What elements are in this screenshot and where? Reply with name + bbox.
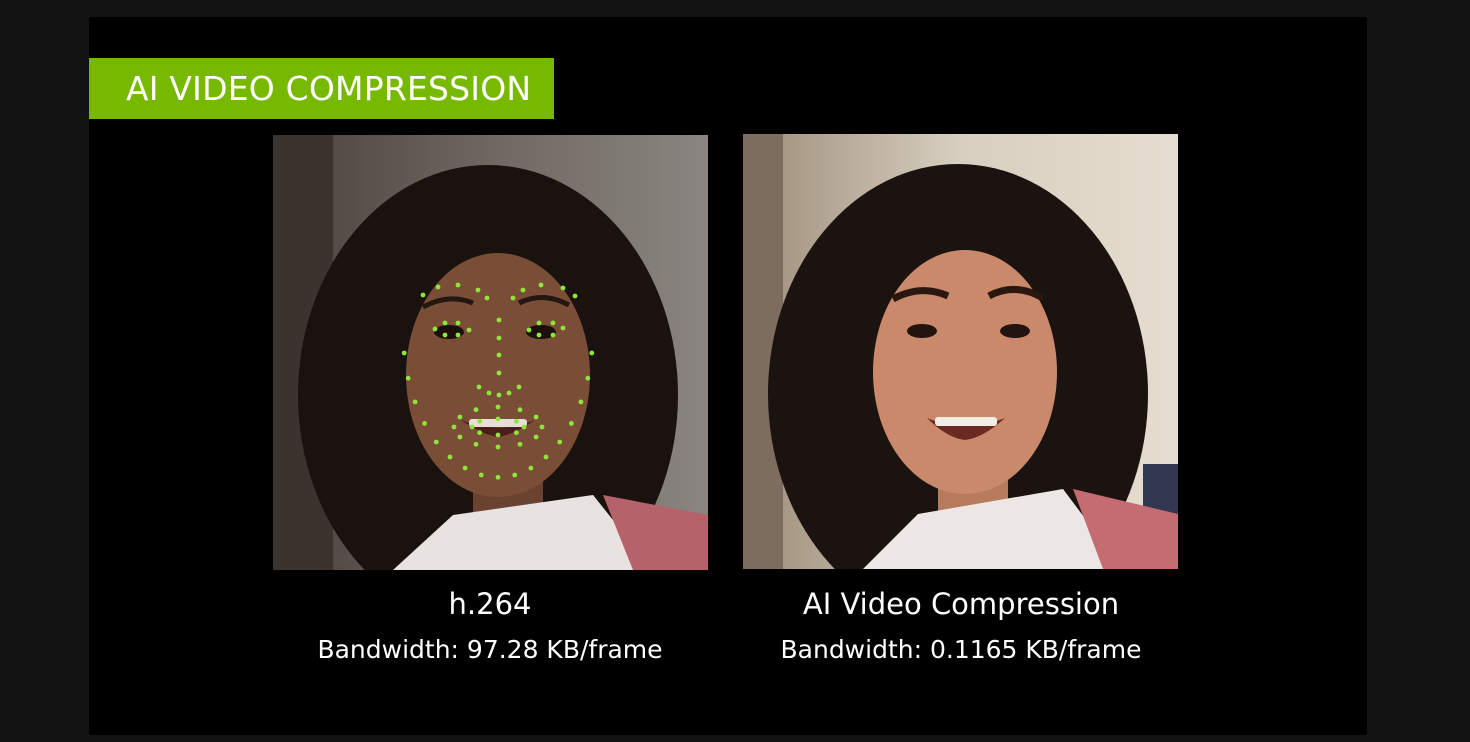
landmark-dot (401, 350, 407, 356)
landmark-dot (572, 293, 578, 299)
landmark-dot (457, 434, 463, 440)
h264-video-frame (273, 135, 708, 570)
landmark-dot (422, 421, 427, 426)
landmark-dot (435, 284, 441, 290)
landmark-dot (569, 421, 574, 426)
landmark-dot (506, 390, 512, 396)
landmark-dot (578, 399, 584, 405)
ai-codec-label: AI Video Compression (802, 587, 1120, 621)
landmark-dot (432, 326, 438, 332)
h264-bandwidth-label: Bandwidth: 97.28 KB/frame (317, 635, 663, 664)
landmark-dot (496, 352, 502, 358)
landmark-dot (517, 441, 523, 447)
landmark-dot (420, 292, 426, 298)
landmark-dot (538, 282, 544, 288)
landmark-dot (514, 430, 519, 436)
landmark-dot (512, 472, 518, 478)
landmark-dot (462, 465, 468, 471)
landmark-dot (473, 407, 479, 413)
landmark-dot (496, 370, 502, 376)
landmark-dot (533, 414, 539, 420)
h264-codec-label: h.264 (448, 587, 532, 621)
landmark-dot (478, 472, 484, 478)
landmark-dot (495, 432, 501, 438)
landmark-dot (496, 335, 502, 341)
landmark-dot (495, 416, 501, 422)
landmark-dot (533, 434, 539, 440)
landmark-dot (516, 384, 522, 390)
title-banner: AI VIDEO COMPRESSION (89, 58, 554, 119)
ai-caption: AI Video Compression Bandwidth: 0.1165 K… (711, 587, 1211, 665)
ai-video-frame (743, 134, 1178, 569)
landmark-dot (477, 418, 482, 424)
landmark-dot (476, 384, 482, 390)
ai-face-image (743, 134, 1178, 569)
landmark-dot (457, 414, 463, 420)
landmark-dot (526, 327, 532, 333)
landmark-dot (560, 285, 566, 291)
landmark-dot (442, 332, 448, 338)
landmark-dot (455, 332, 461, 338)
landmark-dot (550, 332, 556, 338)
h264-face-image (273, 135, 708, 570)
landmark-dot (520, 287, 526, 293)
landmark-dot (528, 465, 534, 471)
landmark-dot (514, 418, 519, 424)
landmark-dot (405, 375, 411, 381)
landmark-dot (539, 424, 545, 430)
landmark-dot (486, 390, 492, 396)
landmark-dot (475, 287, 481, 293)
landmark-dot (455, 282, 461, 288)
landmark-dot (510, 295, 516, 301)
landmark-dot (496, 317, 502, 323)
landmark-dot (451, 424, 457, 430)
title-banner-text: AI VIDEO COMPRESSION (126, 69, 532, 108)
landmark-dot (473, 441, 479, 447)
landmark-dot (585, 375, 591, 381)
landmark-dot (484, 295, 490, 301)
h264-caption: h.264 Bandwidth: 97.28 KB/frame (240, 587, 740, 665)
landmark-dot (517, 407, 523, 413)
landmark-dot (495, 444, 501, 450)
landmark-dot (536, 320, 542, 326)
landmark-dot (469, 424, 475, 430)
landmark-dot (412, 399, 418, 405)
landmark-dot (495, 474, 501, 480)
landmark-dot (447, 454, 453, 460)
slide: AI VIDEO COMPRESSION h.264 Bandwidth: 97… (89, 17, 1367, 735)
ai-bandwidth-label: Bandwidth: 0.1165 KB/frame (780, 635, 1142, 664)
landmark-dot (442, 320, 448, 326)
landmark-dot (550, 320, 556, 326)
landmark-dot (560, 325, 566, 331)
landmark-dot (521, 424, 527, 430)
landmark-dot (433, 439, 439, 445)
landmark-dot (495, 404, 501, 410)
landmark-dot (477, 430, 482, 436)
landmark-dot (589, 350, 595, 356)
landmark-dot (455, 320, 461, 326)
landmark-dot (557, 439, 563, 445)
landmark-dot (466, 327, 472, 333)
landmark-dot (536, 332, 542, 338)
landmark-dot (543, 454, 549, 460)
landmark-dot (496, 392, 502, 398)
